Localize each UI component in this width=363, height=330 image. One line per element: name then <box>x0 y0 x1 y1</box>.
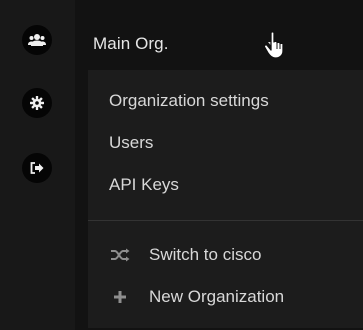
org-name: Main Org. <box>93 34 169 53</box>
hand-pointer-icon <box>263 31 284 59</box>
menu-item-users[interactable]: Users <box>109 133 153 153</box>
menu-item-switch-org[interactable]: Switch to cisco <box>109 245 261 265</box>
sidebar-sign-out-button[interactable] <box>22 153 52 183</box>
sidebar-users-button[interactable] <box>22 25 52 55</box>
new-organization-label: New Organization <box>149 287 285 306</box>
menu-item-organization-settings[interactable]: Organization settings <box>109 91 269 111</box>
sidebar-settings-button[interactable] <box>22 88 52 118</box>
plus-icon <box>109 290 131 304</box>
org-switcher-toggle[interactable]: Main Org. <box>75 20 363 70</box>
switch-org-label: Switch to cisco <box>149 245 262 264</box>
menu-item-new-organization[interactable]: New Organization <box>109 287 284 307</box>
sidebar <box>0 0 75 330</box>
grafana-org-switcher-view: Main Org. Organization settings Users AP… <box>0 0 363 330</box>
menu-item-api-keys[interactable]: API Keys <box>109 175 179 195</box>
gear-icon <box>30 96 44 110</box>
users-icon <box>28 34 46 46</box>
sign-out-icon <box>30 162 44 174</box>
menu-divider <box>88 220 363 221</box>
shuffle-icon <box>109 248 131 262</box>
org-dropdown-menu: Organization settings Users API Keys Swi… <box>88 70 363 328</box>
